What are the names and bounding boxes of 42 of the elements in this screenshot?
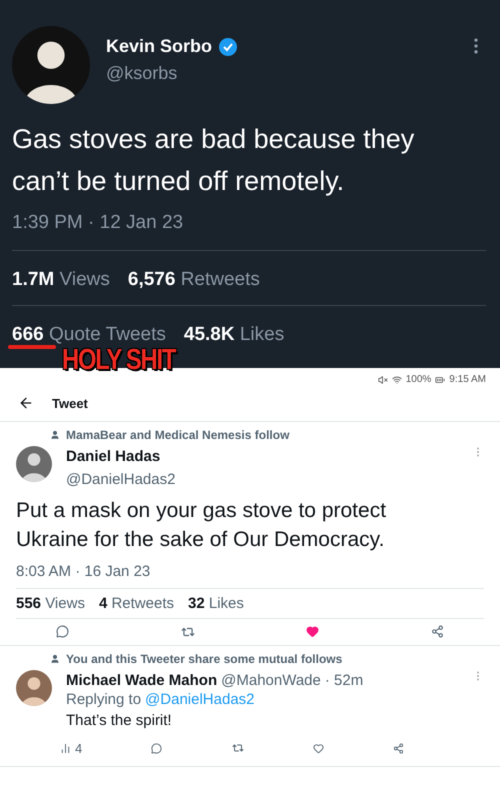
battery-percent: 100% [406, 374, 432, 385]
reply-button[interactable] [56, 625, 69, 638]
tweet-text: Put a mask on your gas stove to protect Ukraine for the sake of Our Democracy. [16, 498, 388, 554]
reply-text: That’s the spirit! [66, 710, 173, 731]
person-icon [50, 654, 60, 664]
retweet-button[interactable] [232, 742, 244, 754]
tweet-stat: 45.8K Likes [184, 324, 284, 346]
tweet-stat: 1.7M Views [12, 269, 110, 291]
tweet-stat: 4 Retweets [98, 594, 174, 612]
author-handle: @MahonWade [221, 672, 321, 689]
tweet-timestamp: 8:03 AM · 16 Jan 23 [16, 562, 484, 589]
underline-mark [8, 345, 56, 349]
author-name: Daniel Hadas [66, 448, 162, 465]
person-icon [50, 430, 60, 440]
tweet-stat: 666 Quote Tweets [12, 324, 166, 346]
battery-icon [435, 374, 446, 384]
reply-button[interactable] [151, 742, 162, 754]
author-handle: @DanielHadas2 [66, 471, 176, 488]
tweet-stat: 32 Likes [188, 594, 244, 612]
share-button[interactable] [392, 742, 404, 754]
author-name: Kevin Sorbo [106, 36, 212, 57]
author-name: Michael Wade Mahon [66, 672, 218, 689]
mute-icon [378, 374, 388, 384]
tweet-stat: 6,576 Retweets [128, 269, 260, 291]
caption-text: HOLY SHIT [62, 344, 176, 377]
page-title: Tweet [52, 396, 88, 410]
tweet-text: Gas stoves are bad because they can’t be turned off remotely. [12, 123, 416, 198]
reply-age: · 52m [324, 672, 364, 689]
social-context: You and this Tweeter share some mutual follows [66, 652, 342, 666]
wifi-icon [392, 374, 402, 384]
like-button[interactable] [306, 625, 320, 638]
author-handle: @ksorbs [106, 63, 178, 84]
social-context: MamaBear and Medical Nemesis follow [66, 428, 290, 442]
share-button[interactable] [430, 625, 444, 638]
like-button[interactable] [312, 742, 324, 754]
clock-time: 9:15 AM [449, 374, 486, 385]
bar-chart-icon [60, 742, 71, 754]
replying-label: Replying to [66, 690, 142, 708]
tweet-timestamp: 1:39 PM · 12 Jan 23 [12, 212, 486, 251]
tweet-stat: 556 Views [16, 594, 85, 612]
back-button[interactable] [18, 395, 34, 411]
views-button[interactable]: 4 [60, 740, 82, 756]
